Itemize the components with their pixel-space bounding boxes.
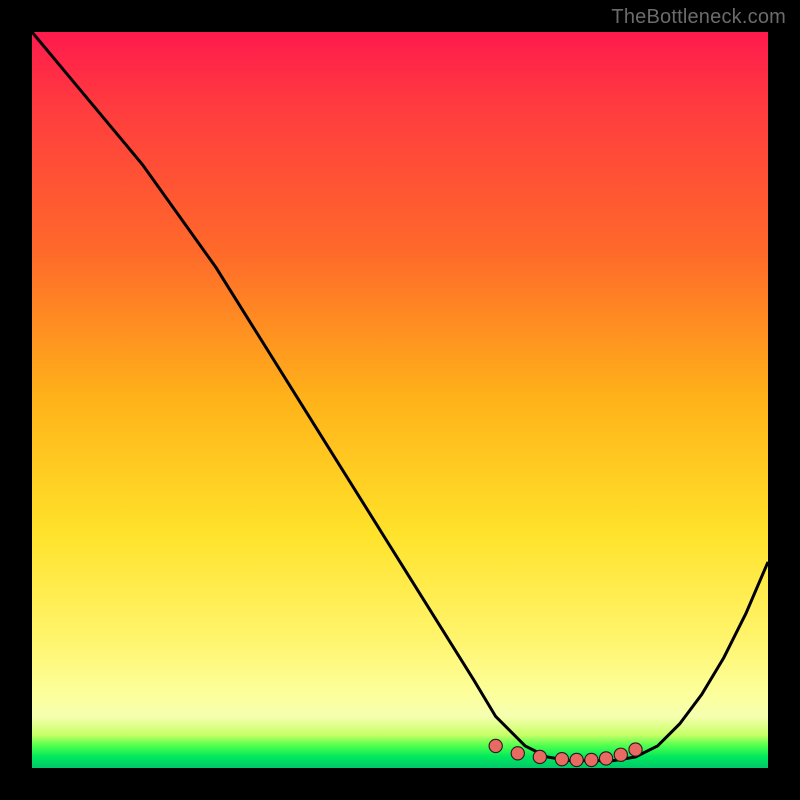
chart-frame: TheBottleneck.com <box>0 0 800 800</box>
optimal-marker <box>585 753 598 766</box>
bottleneck-curve-path <box>32 32 768 761</box>
optimal-marker <box>629 743 642 756</box>
optimal-marker <box>570 753 583 766</box>
optimal-range-markers <box>489 739 642 766</box>
optimal-marker <box>599 752 612 765</box>
plot-background-gradient <box>32 32 768 768</box>
bottleneck-curve-svg <box>32 32 768 768</box>
optimal-marker <box>614 748 627 761</box>
watermark-text: TheBottleneck.com <box>611 6 786 29</box>
optimal-marker <box>511 747 524 760</box>
optimal-marker <box>555 753 568 766</box>
optimal-marker <box>533 750 546 763</box>
optimal-marker <box>489 739 502 752</box>
